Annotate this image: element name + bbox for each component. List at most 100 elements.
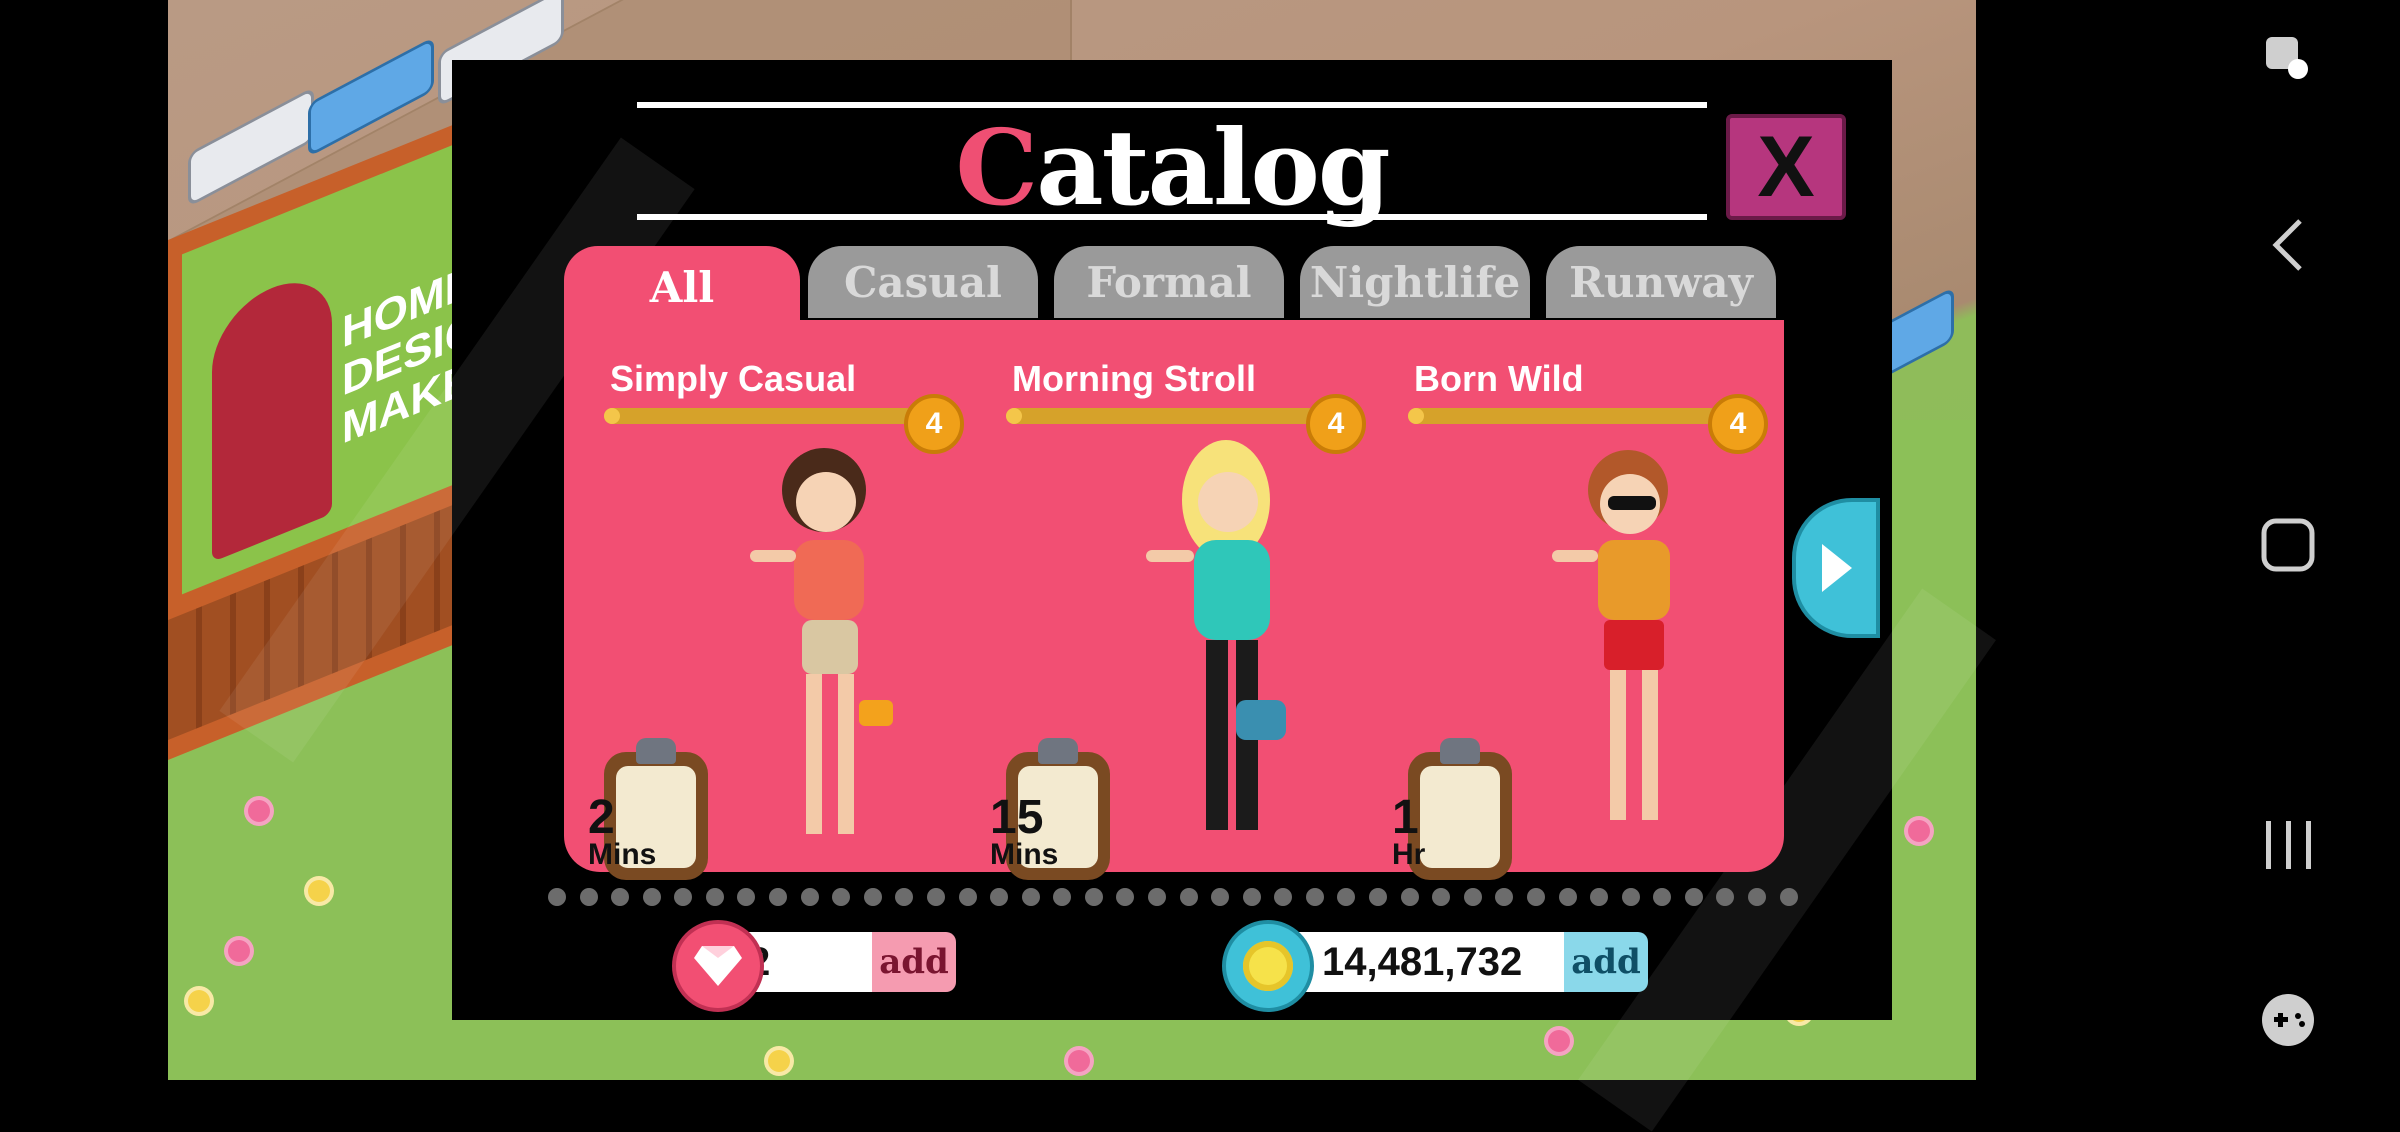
next-page-button[interactable] xyxy=(1792,498,1880,638)
page-dot xyxy=(579,888,598,906)
page-dot xyxy=(1526,888,1545,906)
page-dot xyxy=(958,888,977,906)
outfit-card-morning-stroll[interactable]: Morning Stroll 4 15 Mins xyxy=(966,320,1366,880)
page-dot xyxy=(800,888,819,906)
page-dot xyxy=(863,888,882,906)
model-wild-figure xyxy=(1552,450,1670,820)
outfit-name: Born Wild xyxy=(1414,358,1584,399)
close-button[interactable]: X xyxy=(1726,114,1846,220)
page-dot xyxy=(1590,888,1609,906)
page-dot xyxy=(1716,888,1735,906)
page-dot xyxy=(1653,888,1672,906)
back-icon[interactable] xyxy=(2176,200,2400,290)
outfit-card-born-wild[interactable]: Born Wild 4 1 Hr xyxy=(1368,320,1768,880)
page-dot xyxy=(737,888,756,906)
page-dot xyxy=(1684,888,1703,906)
progress-bar xyxy=(604,408,914,424)
page-dot xyxy=(1747,888,1766,906)
craft-time-unit: Mins xyxy=(588,838,657,871)
page-dot xyxy=(926,888,945,906)
page-dot xyxy=(990,888,1009,906)
tab-label: All xyxy=(649,262,715,312)
page-dot xyxy=(705,888,724,906)
progress-fill xyxy=(1408,408,1424,424)
close-icon: X xyxy=(1757,118,1815,215)
page-dot xyxy=(1337,888,1356,906)
coin-icon xyxy=(1222,920,1314,1012)
game-tools-icon[interactable] xyxy=(2176,980,2400,1060)
add-label: add xyxy=(1571,942,1641,982)
flower xyxy=(1548,1030,1570,1052)
craft-time-value: 1 xyxy=(1392,791,1419,844)
craft-time-unit: Hr xyxy=(1392,838,1426,871)
page-dot xyxy=(1621,888,1640,906)
page-dot xyxy=(1463,888,1482,906)
outfit-card-simply-casual[interactable]: Simply Casual 4 2 Mins xyxy=(564,320,964,880)
tab-label: Casual xyxy=(844,257,1002,307)
system-nav-bar xyxy=(2176,0,2400,1080)
coin-value: 14,481,732 xyxy=(1322,940,1523,984)
flower xyxy=(188,990,210,1012)
model-stroll-figure xyxy=(1146,440,1286,830)
page-dot xyxy=(1147,888,1166,906)
page-dot xyxy=(1242,888,1261,906)
catalog-dialog: Catalog X All Casual Formal Nightlife Ru… xyxy=(219,60,1996,1132)
flower xyxy=(228,940,250,962)
page-dot xyxy=(1021,888,1040,906)
page-dot xyxy=(1084,888,1103,906)
add-gems-button[interactable]: add xyxy=(872,932,956,992)
page-dot xyxy=(1369,888,1388,906)
flower xyxy=(768,1050,790,1072)
progress-bar xyxy=(1408,408,1718,424)
tab-casual[interactable]: Casual xyxy=(808,246,1038,318)
tab-label: Formal xyxy=(1086,257,1252,307)
page-indicator xyxy=(548,888,1798,908)
page-dot xyxy=(769,888,788,906)
page-dot xyxy=(1432,888,1451,906)
page-dot xyxy=(832,888,851,906)
page-dot xyxy=(1558,888,1577,906)
flower xyxy=(1068,1050,1090,1072)
chevron-right-icon xyxy=(1822,544,1852,592)
gem-counter: 2 add xyxy=(672,920,958,1012)
add-label: add xyxy=(879,942,949,982)
add-coins-button[interactable]: add xyxy=(1564,932,1648,992)
page-dot xyxy=(1779,888,1798,906)
outfit-name: Simply Casual xyxy=(610,358,857,399)
tab-label: Nightlife xyxy=(1309,257,1521,307)
home-icon[interactable] xyxy=(2176,500,2400,590)
progress-bar xyxy=(1006,408,1316,424)
craft-time-value: 2 xyxy=(588,791,615,844)
tab-formal[interactable]: Formal xyxy=(1054,246,1284,318)
page-dot xyxy=(895,888,914,906)
recent-apps-icon[interactable] xyxy=(2176,800,2400,890)
catalog-panel: Simply Casual 4 2 Mins Morning Stroll 4 xyxy=(564,320,1784,880)
page-dot xyxy=(611,888,630,906)
billboard-character xyxy=(212,263,332,563)
catalog-title: Catalog xyxy=(955,106,1390,229)
tab-all[interactable]: All xyxy=(564,246,800,328)
craft-time-value: 15 xyxy=(990,791,1044,844)
page-dot xyxy=(1116,888,1135,906)
progress-fill xyxy=(604,408,620,424)
page-dot xyxy=(1179,888,1198,906)
page-dot xyxy=(1400,888,1419,906)
outfit-name: Morning Stroll xyxy=(1012,358,1256,399)
page-dot xyxy=(1211,888,1230,906)
progress-fill xyxy=(1006,408,1022,424)
flower xyxy=(1908,820,1930,842)
page-dot xyxy=(548,888,566,906)
flower xyxy=(248,800,270,822)
coin-counter: 14,481,732 add xyxy=(1222,920,1658,1012)
page-dot xyxy=(642,888,661,906)
gem-icon xyxy=(672,920,764,1012)
page-dot xyxy=(674,888,693,906)
page-dot xyxy=(1053,888,1072,906)
tab-nightlife[interactable]: Nightlife xyxy=(1300,246,1530,318)
page-dot xyxy=(1305,888,1324,906)
craft-time-unit: Mins xyxy=(990,838,1059,871)
tab-runway[interactable]: Runway xyxy=(1546,246,1776,318)
page-dot xyxy=(1495,888,1514,906)
screen-touch-icon[interactable] xyxy=(2176,24,2400,94)
tab-label: Runway xyxy=(1569,257,1753,307)
